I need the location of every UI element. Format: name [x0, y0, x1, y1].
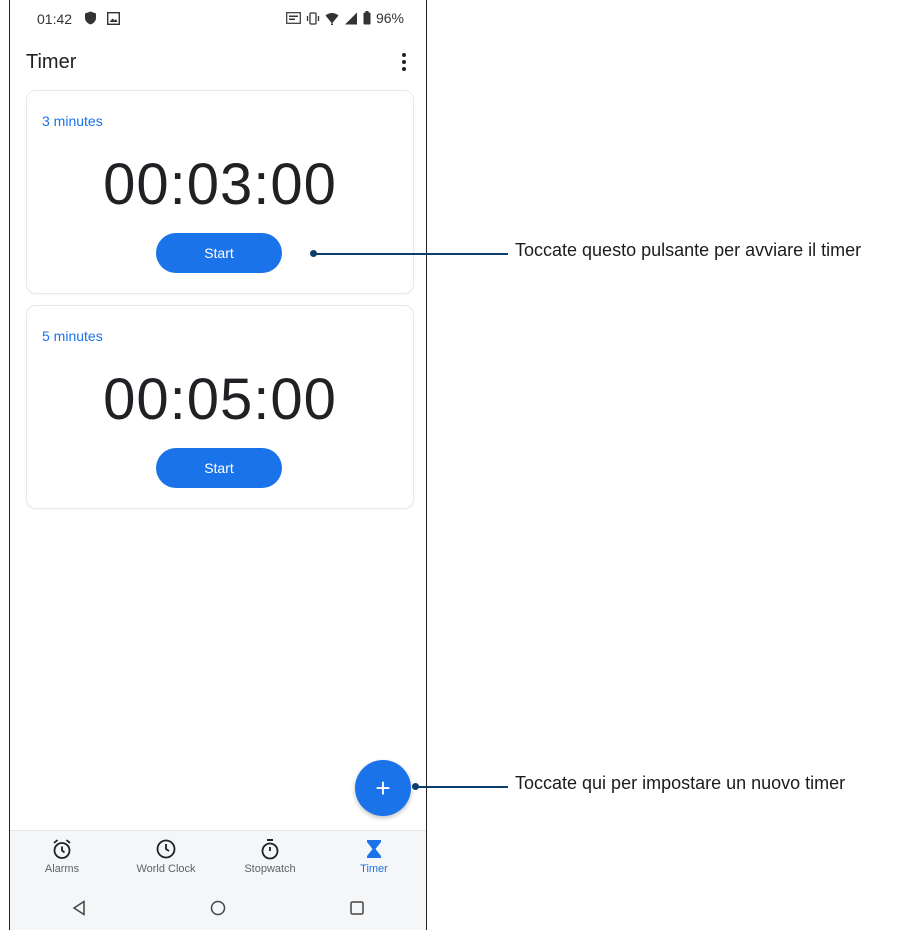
- tab-label: Stopwatch: [244, 863, 296, 875]
- timer-display[interactable]: 00:05:00: [27, 366, 413, 433]
- tab-label: World Clock: [136, 863, 196, 875]
- tab-timer[interactable]: Timer: [322, 831, 426, 887]
- timer-card-5min[interactable]: 5 minutes 00:05:00 Start: [26, 305, 414, 509]
- tab-world-clock[interactable]: World Clock: [114, 831, 218, 887]
- plus-icon: +: [375, 772, 391, 803]
- stopwatch-icon: [261, 839, 279, 860]
- timer-display[interactable]: 00:03:00: [27, 151, 413, 218]
- home-icon: [210, 900, 226, 916]
- tab-label: Timer: [360, 863, 388, 875]
- bottom-navigation: Alarms World Clock Stopwatch Timer: [10, 830, 426, 887]
- back-icon: [72, 900, 86, 916]
- phone-screen: 01:42 96% Timer 3 minutes 00:03:00 Start…: [9, 0, 427, 930]
- start-button[interactable]: Start: [156, 233, 282, 273]
- status-left-icons: [84, 11, 120, 25]
- callout-line-add: [416, 786, 508, 788]
- home-button[interactable]: [198, 888, 238, 928]
- tab-stopwatch[interactable]: Stopwatch: [218, 831, 322, 887]
- hourglass-icon: [367, 840, 381, 858]
- tab-alarms[interactable]: Alarms: [10, 831, 114, 887]
- clock-icon: [156, 839, 176, 859]
- status-time: 01:42: [37, 11, 73, 27]
- callout-line-start: [314, 253, 508, 255]
- timer-label[interactable]: 3 minutes: [42, 113, 103, 129]
- vibrate-icon: [306, 11, 320, 25]
- recents-icon: [349, 901, 364, 915]
- battery-icon: [363, 11, 371, 25]
- more-vert-icon[interactable]: [396, 50, 412, 74]
- shield-icon: [85, 11, 96, 25]
- status-right-icons: 96%: [286, 10, 404, 26]
- alarm-icon: [53, 839, 71, 859]
- status-bar: 01:42 96%: [10, 0, 426, 36]
- tab-label: Alarms: [44, 863, 80, 875]
- recents-button[interactable]: [337, 888, 377, 928]
- timer-label[interactable]: 5 minutes: [42, 328, 103, 344]
- signal-icon: [344, 12, 357, 24]
- add-timer-button[interactable]: +: [355, 760, 411, 816]
- wifi-icon: [325, 12, 339, 25]
- page-title: Timer: [26, 51, 77, 73]
- timer-card-3min[interactable]: 3 minutes 00:03:00 Start: [26, 90, 414, 294]
- start-button[interactable]: Start: [156, 448, 282, 488]
- callout-start-text: Toccate questo pulsante per avviare il t…: [515, 240, 862, 260]
- system-navigation-bar: [10, 886, 426, 930]
- callout-add-text: Toccate qui per impostare un nuovo timer: [515, 773, 846, 793]
- nfc-icon: [286, 12, 301, 24]
- image-icon: [107, 11, 120, 25]
- battery-percent: 96%: [375, 10, 404, 26]
- back-button[interactable]: [59, 888, 99, 928]
